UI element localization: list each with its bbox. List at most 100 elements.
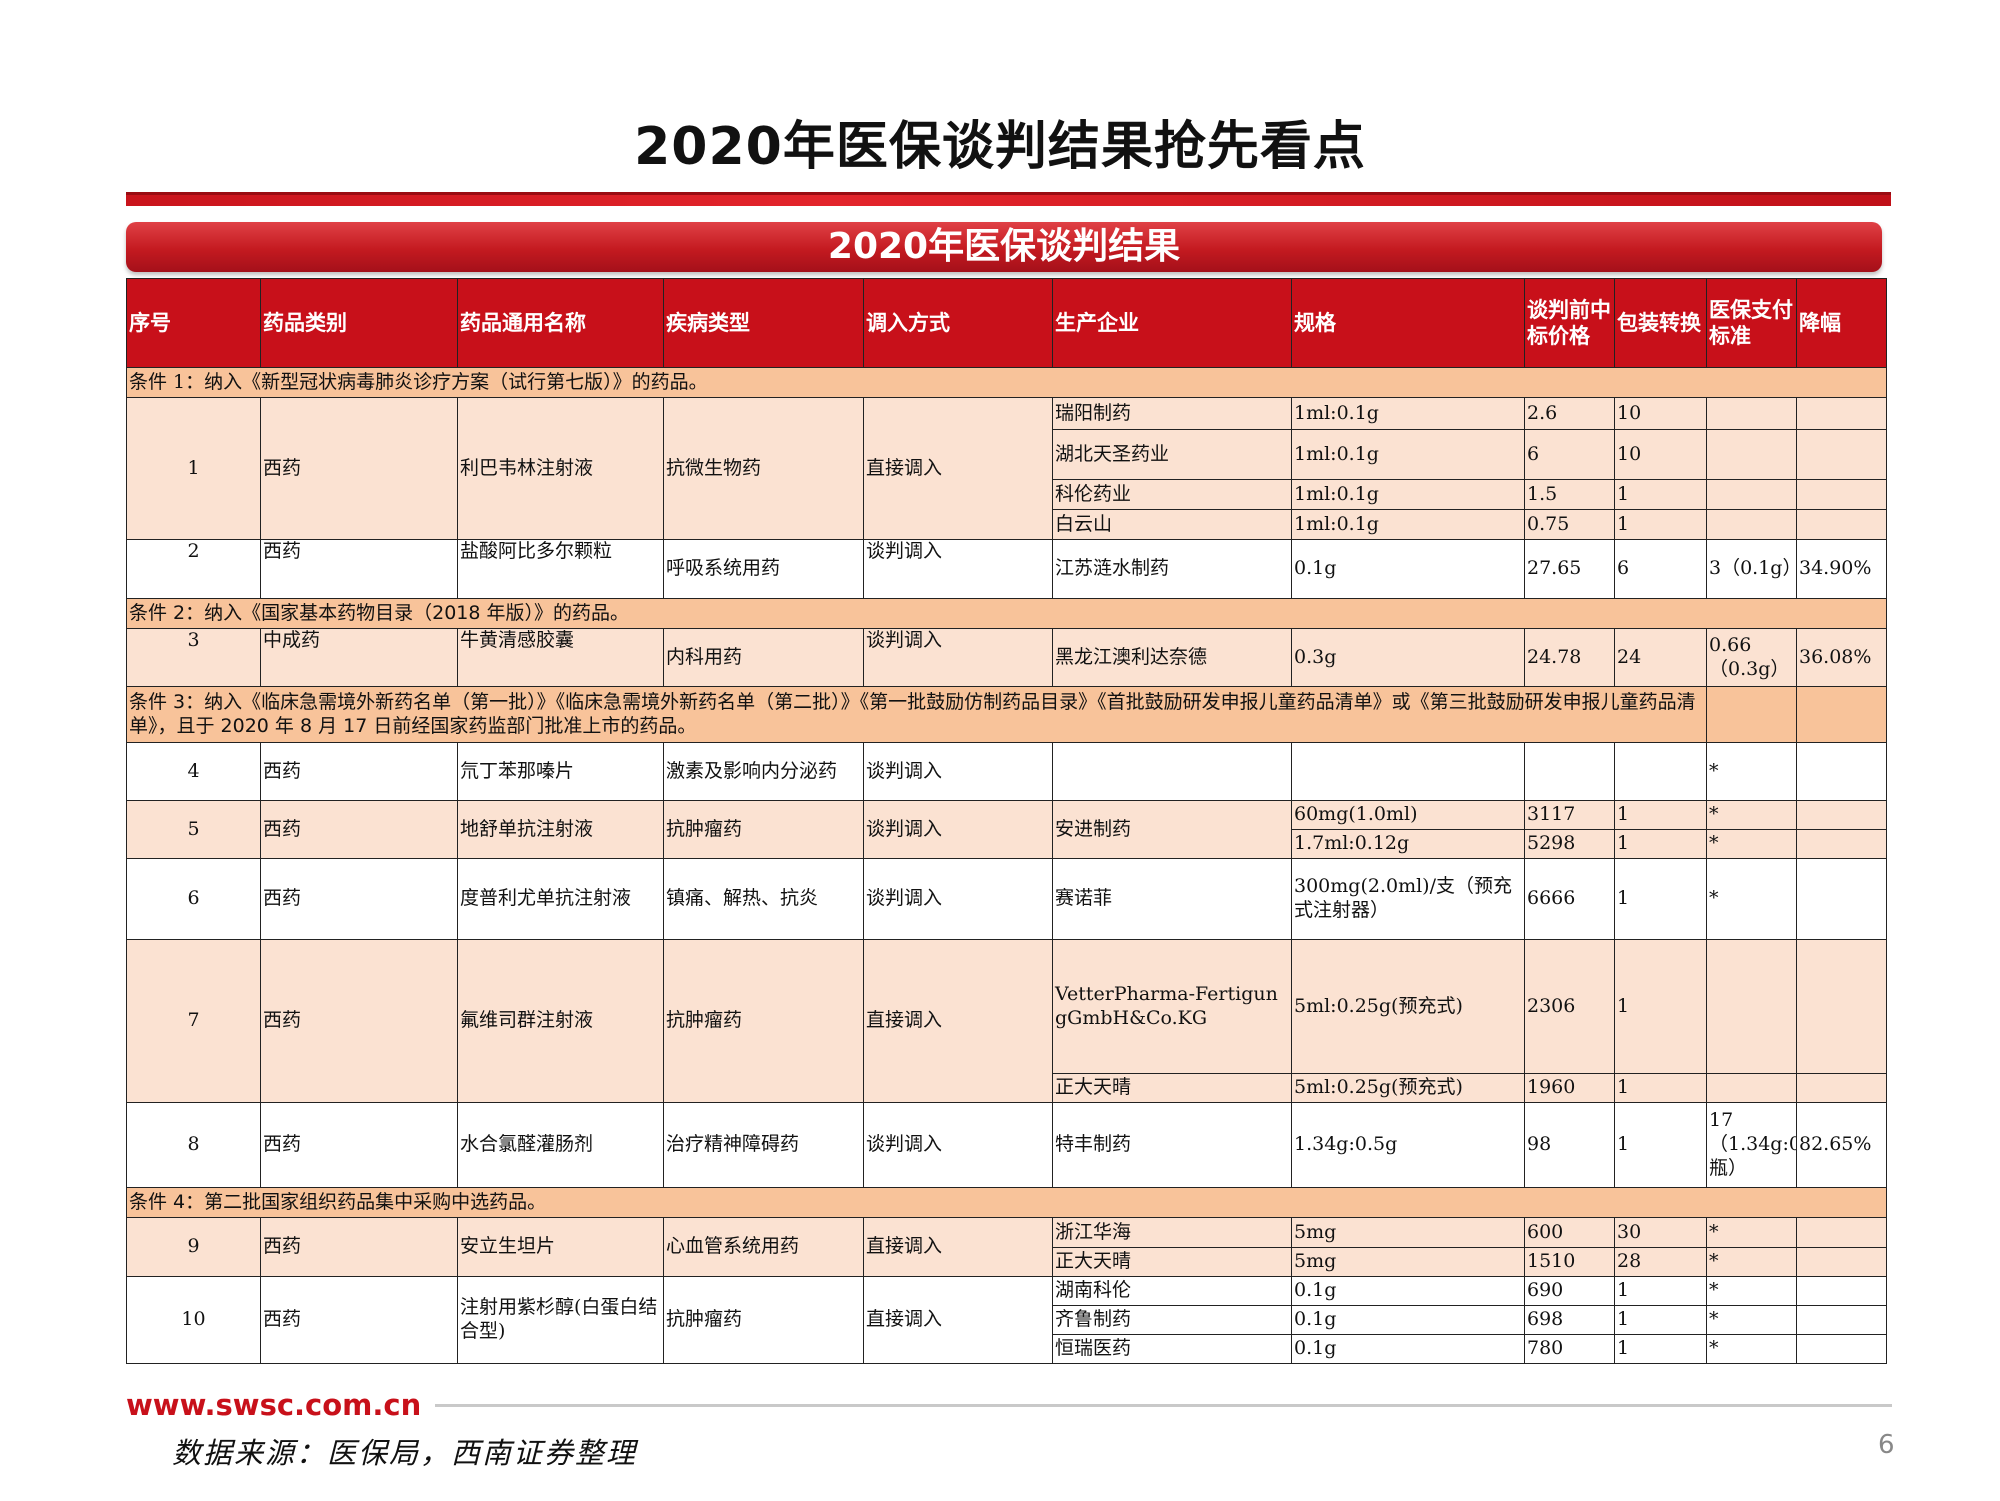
company: 瑞阳制药	[1052, 397, 1292, 430]
company: VetterPharma-FertigungGmbH&Co.KG	[1052, 939, 1292, 1074]
title-underline-bar-edge	[126, 192, 1891, 195]
pay-standard: *	[1706, 858, 1797, 940]
pack: 24	[1614, 628, 1707, 687]
disease-type: 激素及影响内分泌药	[663, 742, 864, 801]
condition-text: 条件 3：纳入《临床急需境外新药名单（第一批）》《临床急需境外新药名单（第二批）…	[126, 686, 1707, 743]
drop	[1796, 429, 1887, 480]
header-cell: 生产企业	[1052, 278, 1292, 368]
pack: 6	[1614, 539, 1707, 599]
disease-type: 抗肿瘤药	[663, 1276, 864, 1364]
condition-empty-cell	[1796, 686, 1887, 743]
pay-standard	[1706, 429, 1797, 480]
table-header-row: 序号 药品类别 药品通用名称 疾病类型 调入方式 生产企业 规格 谈判前中标价格…	[126, 278, 1887, 368]
row-number: 5	[126, 800, 261, 859]
condition-text: 条件 4：第二批国家组织药品集中采购中选药品。	[126, 1187, 1887, 1218]
company: 湖北天圣药业	[1052, 429, 1292, 480]
pack: 1	[1614, 479, 1707, 510]
pay-standard: *	[1706, 742, 1797, 801]
table-row: 2 西药 盐酸阿比多尔颗粒 呼吸系统用药 谈判调入 江苏涟水制药 0.1g 27…	[126, 539, 1887, 599]
header-cell: 规格	[1291, 278, 1525, 368]
price: 698	[1524, 1305, 1615, 1335]
condition-row: 条件 2：纳入《国家基本药物目录（2018 年版）》的药品。	[126, 598, 1887, 629]
price: 1510	[1524, 1247, 1615, 1277]
drug-name: 盐酸阿比多尔颗粒	[457, 539, 664, 599]
pay-standard: *	[1706, 1276, 1797, 1306]
pack: 1	[1614, 1073, 1707, 1103]
condition-text: 条件 1：纳入《新型冠状病毒肺炎诊疗方案（试行第七版）》的药品。	[126, 367, 1887, 398]
price: 3117	[1524, 800, 1615, 830]
drop	[1796, 479, 1887, 510]
price: 1960	[1524, 1073, 1615, 1103]
pay-standard: *	[1706, 1334, 1797, 1364]
row-number: 3	[126, 628, 261, 687]
header-cell: 药品通用名称	[457, 278, 664, 368]
drop: 36.08%	[1796, 628, 1887, 687]
pack: 1	[1614, 1305, 1707, 1335]
company: 恒瑞医药	[1052, 1334, 1292, 1364]
disease-type: 镇痛、解热、抗炎	[663, 858, 864, 940]
price: 2.6	[1524, 397, 1615, 430]
drop: 34.90%	[1796, 539, 1887, 599]
spec: 1ml:0.1g	[1291, 429, 1525, 480]
inclusion-method: 谈判调入	[863, 539, 1053, 599]
header-cell: 序号	[126, 278, 261, 368]
spec: 0.1g	[1291, 1276, 1525, 1306]
spec: 1ml:0.1g	[1291, 397, 1525, 430]
pay-standard	[1706, 397, 1797, 430]
pack: 1	[1614, 1276, 1707, 1306]
table-row: 4 西药 氘丁苯那嗪片 激素及影响内分泌药 谈判调入 *	[126, 742, 1887, 801]
pay-standard	[1706, 509, 1797, 540]
header-cell: 谈判前中标价格	[1524, 278, 1615, 368]
price: 0.75	[1524, 509, 1615, 540]
drug-category: 西药	[260, 539, 458, 599]
pay-standard	[1706, 1073, 1797, 1103]
drop	[1796, 1276, 1887, 1306]
pack: 28	[1614, 1247, 1707, 1277]
drug-name: 安立生坦片	[457, 1217, 664, 1277]
drug-category: 西药	[260, 1217, 458, 1277]
inclusion-method: 直接调入	[863, 1217, 1053, 1277]
company: 齐鲁制药	[1052, 1305, 1292, 1335]
spec	[1291, 742, 1525, 801]
table-row: 6 西药 度普利尤单抗注射液 镇痛、解热、抗炎 谈判调入 赛诺菲 300mg(2…	[126, 858, 1887, 940]
drop	[1796, 742, 1887, 801]
company: 黑龙江澳利达奈德	[1052, 628, 1292, 687]
row-number: 2	[126, 539, 261, 599]
company: 特丰制药	[1052, 1102, 1292, 1188]
pay-standard: 0.66（0.3g）	[1706, 628, 1797, 687]
drop	[1796, 1217, 1887, 1248]
spec: 0.1g	[1291, 1305, 1525, 1335]
drug-name: 注射用紫杉醇(白蛋白结合型)	[457, 1276, 664, 1364]
drop	[1796, 800, 1887, 830]
drop	[1796, 1073, 1887, 1103]
drop	[1796, 1334, 1887, 1364]
company: 白云山	[1052, 509, 1292, 540]
negotiation-results-table: 序号 药品类别 药品通用名称 疾病类型 调入方式 生产企业 规格 谈判前中标价格…	[126, 278, 1887, 1364]
row-number: 1	[126, 397, 261, 540]
drug-category: 西药	[260, 800, 458, 859]
disease-type: 抗微生物药	[663, 397, 864, 540]
price: 780	[1524, 1334, 1615, 1364]
pack: 1	[1614, 829, 1707, 859]
company: 正大天晴	[1052, 1247, 1292, 1277]
footer-website-link[interactable]: www.swsc.com.cn	[126, 1388, 421, 1422]
pay-standard: 3（0.1g）	[1706, 539, 1797, 599]
drug-category: 西药	[260, 397, 458, 540]
footer-data-source: 数据来源：医保局，西南证券整理	[172, 1436, 638, 1470]
page-number: 6	[1878, 1430, 1895, 1460]
spec: 5mg	[1291, 1217, 1525, 1248]
company: 江苏涟水制药	[1052, 539, 1292, 599]
spec: 1ml:0.1g	[1291, 479, 1525, 510]
price: 5298	[1524, 829, 1615, 859]
pack	[1614, 742, 1707, 801]
condition-empty-cell	[1706, 686, 1797, 743]
company: 安进制药	[1052, 800, 1292, 859]
company: 正大天晴	[1052, 1073, 1292, 1103]
price: 24.78	[1524, 628, 1615, 687]
price: 6	[1524, 429, 1615, 480]
disease-type: 抗肿瘤药	[663, 939, 864, 1103]
table-row: 10 西药 注射用紫杉醇(白蛋白结合型) 抗肿瘤药 直接调入 湖南科伦 0.1g…	[126, 1276, 1887, 1364]
disease-type: 抗肿瘤药	[663, 800, 864, 859]
drug-name: 地舒单抗注射液	[457, 800, 664, 859]
inclusion-method: 谈判调入	[863, 1102, 1053, 1188]
